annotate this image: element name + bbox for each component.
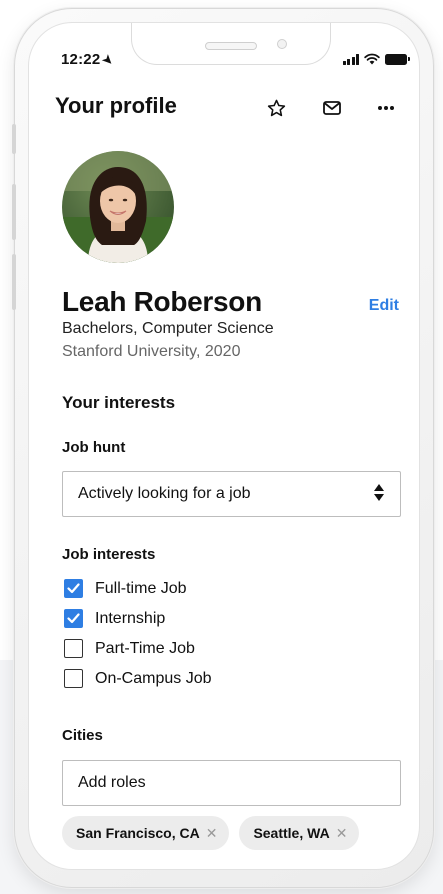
profile-photo [62, 151, 174, 263]
checkbox-part-time[interactable] [64, 639, 83, 658]
job-interest-option-full-time[interactable]: Full-time Job [64, 579, 187, 598]
option-label-part-time: Part-Time Job [95, 639, 195, 657]
job-hunt-select[interactable]: Actively looking for a job [62, 471, 401, 517]
checkmark-icon [67, 613, 80, 624]
remove-chip-icon[interactable]: ✕ [336, 825, 348, 842]
wifi-icon [364, 53, 380, 65]
profile-school: Stanford University, 2020 [62, 343, 241, 360]
star-icon [267, 99, 285, 116]
checkbox-on-campus[interactable] [64, 669, 83, 688]
mute-switch [12, 124, 16, 154]
cities-label: Cities [62, 727, 103, 744]
remove-chip-icon[interactable]: ✕ [206, 825, 218, 842]
phone-screen: 12:22➤ Your profile Leah Roberson Edit B… [28, 22, 420, 870]
city-chip-label: San Francisco, CA [76, 825, 200, 841]
location-arrow-icon: ➤ [99, 51, 118, 69]
city-chip-label: Seattle, WA [253, 825, 330, 841]
battery-icon [385, 53, 410, 65]
status-time: 12:22➤ [61, 51, 118, 69]
checkmark-icon [67, 583, 80, 594]
city-chip[interactable]: San Francisco, CA ✕ [62, 816, 230, 850]
more-dots-icon [378, 106, 394, 110]
interests-section-title: Your interests [62, 393, 176, 412]
mail-icon [323, 101, 341, 115]
option-label-internship: Internship [95, 609, 166, 627]
status-icons [342, 53, 410, 65]
front-camera [277, 39, 287, 49]
status-time-text: 12:22 [61, 51, 101, 68]
cities-input[interactable]: Add roles [62, 760, 401, 806]
job-interests-label: Job interests [62, 546, 156, 563]
cellular-signal-icon [342, 53, 359, 65]
option-label-on-campus: On-Campus Job [95, 669, 212, 687]
more-options-button[interactable] [373, 95, 399, 121]
avatar [62, 151, 174, 263]
job-hunt-label: Job hunt [62, 439, 126, 456]
select-arrows-icon [374, 484, 384, 501]
edit-profile-link[interactable]: Edit [369, 297, 399, 315]
cities-input-value: Add roles [78, 774, 146, 791]
volume-down-button [12, 254, 16, 310]
city-chip[interactable]: Seattle, WA ✕ [239, 816, 360, 850]
checkbox-full-time[interactable] [64, 579, 83, 598]
option-label-full-time: Full-time Job [95, 579, 187, 597]
profile-degree: Bachelors, Computer Science [62, 320, 274, 337]
checkbox-internship[interactable] [64, 609, 83, 628]
volume-up-button [12, 184, 16, 240]
page-title: Your profile [55, 93, 177, 118]
job-interest-option-internship[interactable]: Internship [64, 609, 165, 628]
job-hunt-selected-value: Actively looking for a job [78, 485, 251, 502]
message-button[interactable] [319, 95, 345, 121]
job-interest-option-part-time[interactable]: Part-Time Job [64, 639, 195, 658]
favorite-button[interactable] [263, 95, 289, 121]
city-chips: San Francisco, CA ✕ Seattle, WA ✕ [62, 816, 360, 850]
job-interest-option-on-campus[interactable]: On-Campus Job [64, 669, 212, 688]
speaker-grille [205, 42, 257, 50]
profile-name: Leah Roberson [62, 286, 262, 317]
